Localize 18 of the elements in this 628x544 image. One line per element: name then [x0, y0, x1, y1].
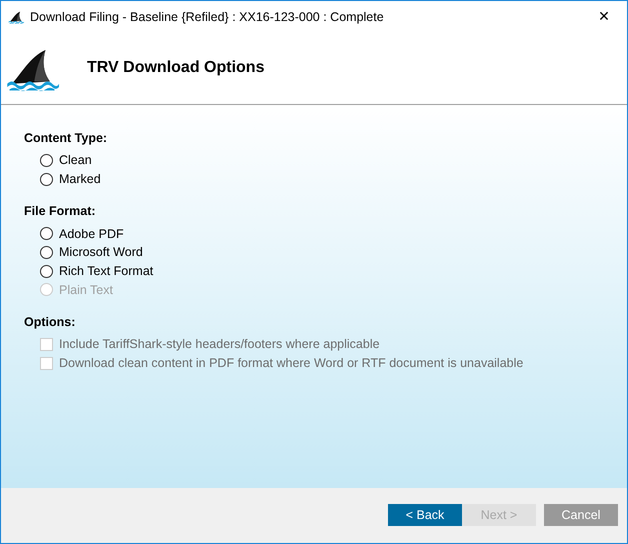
radio-label[interactable]: Clean	[59, 153, 92, 168]
dialog-heading: TRV Download Options	[87, 59, 264, 77]
radio-label[interactable]: Adobe PDF	[59, 226, 124, 241]
radio-button[interactable]	[40, 246, 53, 259]
radio-label[interactable]: Marked	[59, 172, 101, 186]
radio-button[interactable]	[40, 227, 53, 240]
section-heading: Content Type:	[24, 131, 108, 145]
radio-button[interactable]	[40, 154, 53, 167]
section-heading: File Format:	[24, 204, 97, 218]
radio-button[interactable]	[40, 264, 53, 278]
radio-label[interactable]: Rich Text Format	[59, 264, 154, 278]
close-button[interactable]: ✕	[581, 1, 627, 32]
radio-button[interactable]	[40, 172, 53, 186]
shark-fin-icon	[8, 10, 24, 24]
radio-label[interactable]: Microsoft Word	[59, 245, 143, 260]
back-button[interactable]: < Back	[388, 504, 462, 526]
window-title: Download Filing - Baseline {Refiled} : XX16-123-000 : Complete	[30, 10, 385, 24]
section-heading: Options:	[24, 315, 76, 330]
